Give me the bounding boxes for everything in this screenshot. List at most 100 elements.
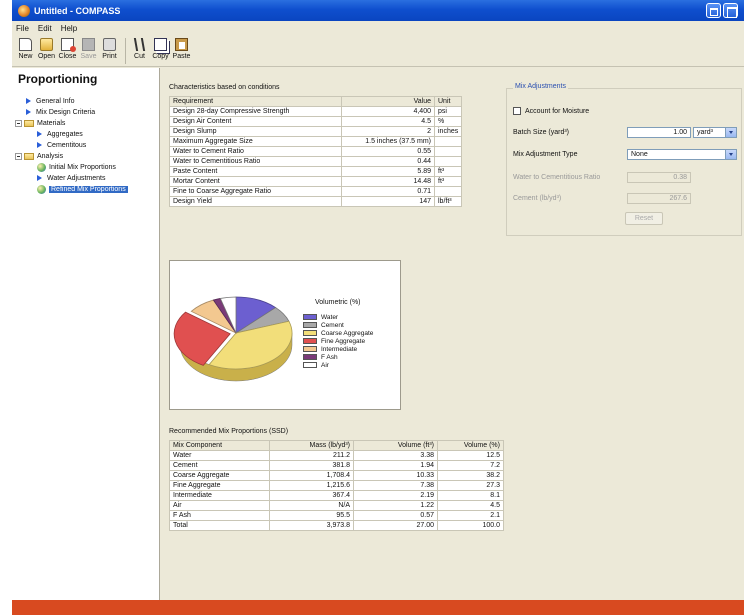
volumetric-pie-chart: Volumetric (%) Water Cement Coarse Aggrega…: [169, 260, 401, 410]
legend-item: Cement: [303, 321, 344, 329]
table-row[interactable]: Air N/A 1.22 4.5: [169, 500, 504, 511]
sidebar-item-analysis[interactable]: Analysis: [15, 151, 63, 161]
table-row[interactable]: Total 3,973.8 27.00 100.0: [169, 520, 504, 531]
collapse-icon[interactable]: [15, 152, 22, 160]
column-header[interactable]: Unit: [433, 96, 463, 107]
table-header-row: Requirement Value Unit: [169, 96, 463, 107]
table-row[interactable]: Design Air Content 4.5%: [169, 116, 463, 127]
legend-swatch: [303, 354, 317, 360]
table-header-row: Mix Component Mass (lb/yd³) Volume (ft³)…: [169, 440, 504, 451]
print-button[interactable]: Print: [100, 38, 119, 66]
arrow-icon: [26, 109, 31, 115]
sidebar-item-aggregates[interactable]: Aggregates: [37, 129, 83, 139]
copy-icon: [154, 38, 167, 51]
water-cementitious-label: Water to Cementitious Ratio: [513, 174, 601, 181]
batch-unit-select[interactable]: yard³: [693, 127, 737, 138]
legend-swatch: [303, 330, 317, 336]
sidebar-item-refined-mix-proportions[interactable]: Refined Mix Proportions: [37, 184, 128, 194]
globe-icon: [37, 184, 46, 194]
legend-label: Coarse Aggregate: [321, 329, 374, 337]
arrow-icon: [26, 98, 31, 104]
legend-swatch: [303, 314, 317, 320]
table-row[interactable]: Design Yield 147 lb/ft³: [169, 196, 463, 207]
legend-item: Intermediate: [303, 345, 357, 353]
status-bar: [12, 600, 744, 615]
app-icon: [18, 4, 30, 17]
table-row[interactable]: Design 28-day Compressive Strength 4,400 p…: [169, 106, 463, 117]
water-cementitious-input[interactable]: 0.38: [627, 172, 691, 183]
table-row[interactable]: F Ash 95.5 0.57 2.1: [169, 510, 504, 521]
chevron-down-icon[interactable]: [725, 150, 736, 159]
open-button[interactable]: Open: [37, 38, 56, 66]
table-row[interactable]: Mortar Content 14.48 ft³: [169, 176, 463, 187]
close-icon: [61, 38, 76, 52]
close-button[interactable]: Close: [58, 38, 77, 66]
sidebar: Proportioning General Info Mix Design Cr…: [12, 68, 160, 600]
column-header[interactable]: Volume (%): [437, 440, 504, 451]
sidebar-item-initial-mix-proportions[interactable]: Initial Mix Proportions: [37, 162, 116, 172]
legend-label: Intermediate: [321, 345, 358, 353]
table-row[interactable]: Fine to Coarse Aggregate Ratio 0.71: [169, 186, 463, 197]
save-button[interactable]: Save: [79, 38, 98, 66]
sidebar-item-materials[interactable]: Materials: [15, 118, 65, 128]
batch-size-input[interactable]: 1.00: [627, 127, 691, 138]
column-header[interactable]: Mass (lb/yd³): [269, 440, 354, 451]
cut-button[interactable]: Cut: [130, 38, 149, 66]
column-header[interactable]: Requirement: [169, 96, 342, 107]
table-row[interactable]: Paste Content 5.89 ft³: [169, 166, 463, 177]
column-header[interactable]: Volume (ft³): [353, 440, 438, 451]
legend-label: Cement: [321, 321, 344, 329]
cement-input[interactable]: 267.6: [627, 193, 691, 204]
legend-swatch: [303, 338, 317, 344]
cement-label: Cement (lb/yd³): [513, 195, 562, 202]
table-row[interactable]: Cement 381.8 1.94 7.2: [169, 460, 504, 471]
app-window: Untitled - COMPASS File Edit Help New Op…: [12, 0, 744, 615]
legend-item: Air: [303, 361, 329, 369]
sidebar-item-mix-design-criteria[interactable]: Mix Design Criteria: [26, 107, 95, 117]
chevron-down-icon[interactable]: [725, 128, 736, 137]
menu-file[interactable]: File: [16, 24, 29, 33]
table-row[interactable]: Fine Aggregate 1,215.6 7.38 27.3: [169, 480, 504, 491]
table-row[interactable]: Design Slump 2 inches: [169, 126, 463, 137]
main-panel: Characteristics based on conditions Requ…: [161, 68, 744, 600]
maximize-button[interactable]: [723, 3, 738, 18]
reset-button[interactable]: Reset: [625, 212, 663, 225]
restore-button[interactable]: [706, 3, 721, 18]
legend-label: F Ash: [321, 353, 338, 361]
table-row[interactable]: Intermediate 367.4 2.19 8.1: [169, 490, 504, 501]
menu-help[interactable]: Help: [61, 24, 77, 33]
table-row[interactable]: Maximum Aggregate Size 1.5 inches (37.5 m…: [169, 136, 463, 147]
menu-edit[interactable]: Edit: [38, 24, 52, 33]
copy-button[interactable]: Copy: [151, 38, 170, 66]
paste-button[interactable]: Paste: [172, 38, 191, 66]
collapse-icon[interactable]: [15, 119, 22, 127]
folder-icon: [24, 152, 34, 160]
legend-item: F Ash: [303, 353, 338, 361]
legend-swatch: [303, 346, 317, 352]
open-icon: [40, 38, 53, 51]
table-row[interactable]: Coarse Aggregate 1,708.4 10.33 38.2: [169, 470, 504, 481]
checkbox-box[interactable]: [513, 107, 521, 115]
sidebar-item-general-info[interactable]: General Info: [26, 96, 75, 106]
column-header[interactable]: Mix Component: [169, 440, 270, 451]
globe-icon: [37, 162, 46, 172]
characteristics-table: Requirement Value Unit Design 28-day Com…: [169, 96, 463, 207]
table-row[interactable]: Water to Cement Ratio 0.55: [169, 146, 463, 157]
mix-adjustment-type-label: Mix Adjustment Type: [513, 151, 578, 158]
sidebar-item-water-adjustments[interactable]: Water Adjustments: [37, 173, 106, 183]
new-icon: [19, 38, 32, 51]
table-row[interactable]: Water 211.2 3.38 12.5: [169, 450, 504, 461]
table-row[interactable]: Water to Cementitious Ratio 0.44: [169, 156, 463, 167]
title-bar[interactable]: Untitled - COMPASS: [12, 0, 744, 21]
mix-adjustments-title: Mix Adjustments: [513, 83, 568, 90]
toolbar: New Open Close Save Print Cut Copy Paste: [12, 35, 744, 67]
folder-icon: [24, 119, 34, 127]
sidebar-item-cementitous[interactable]: Cementitous: [37, 140, 86, 150]
pie-svg: [173, 296, 293, 382]
new-button[interactable]: New: [16, 38, 35, 66]
paste-icon: [175, 38, 188, 51]
column-header[interactable]: Value: [341, 96, 435, 107]
characteristics-heading: Characteristics based on conditions: [169, 84, 280, 91]
account-moisture-checkbox[interactable]: Account for Moisture: [513, 107, 589, 115]
mix-adjustment-type-select[interactable]: None: [627, 149, 737, 160]
